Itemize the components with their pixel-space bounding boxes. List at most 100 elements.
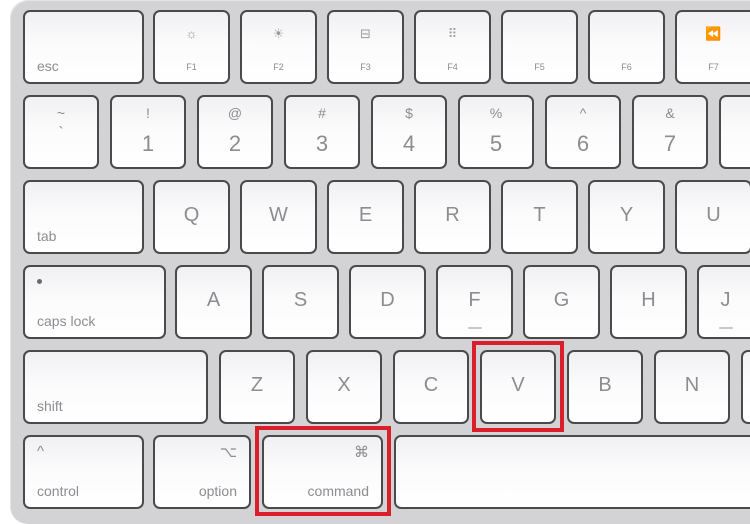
key-esc[interactable]: esc [23, 10, 144, 84]
key-f2[interactable]: ☀ F2 [240, 10, 317, 84]
key-6-base: 6 [576, 131, 590, 156]
key-tab-label: tab [37, 228, 57, 244]
key-m[interactable] [741, 350, 750, 424]
key-s[interactable]: S [262, 265, 339, 339]
key-r[interactable]: R [414, 180, 491, 254]
key-b[interactable]: B [567, 350, 643, 424]
key-f2-label: F2 [273, 62, 284, 72]
key-d[interactable]: D [349, 265, 426, 339]
key-tab[interactable]: tab [23, 180, 144, 254]
key-j[interactable]: J [697, 265, 750, 339]
key-w[interactable]: W [240, 180, 317, 254]
brightness-down-icon: ☼ [185, 26, 198, 41]
key-n-label: N [684, 374, 700, 396]
option-icon: ⌥ [219, 444, 237, 461]
key-f6[interactable]: F6 [588, 10, 665, 84]
key-j-label: J [720, 289, 731, 311]
key-6-shift: ^ [579, 105, 587, 121]
key-option[interactable]: ⌥ option [153, 435, 251, 509]
key-f1-label: F1 [186, 62, 197, 72]
key-f3[interactable]: ⊟ F3 [327, 10, 404, 84]
key-y-label: Y [619, 204, 634, 226]
key-z[interactable]: Z [219, 350, 295, 424]
key-space[interactable] [394, 435, 750, 509]
highlight-box-v-key [472, 341, 564, 432]
key-g[interactable]: G [523, 265, 600, 339]
key-w-label: W [269, 204, 288, 226]
key-caps-lock-label: caps lock [37, 313, 96, 329]
key-a-label: A [206, 289, 221, 311]
key-t-label: T [533, 204, 546, 226]
key-2-base: 2 [228, 131, 242, 156]
key-1-base: 1 [141, 131, 155, 156]
key-f4[interactable]: ⠿ F4 [414, 10, 491, 84]
key-6[interactable]: ^ 6 [545, 95, 621, 169]
home-bump-icon [718, 327, 733, 329]
key-f-label: F [468, 289, 481, 311]
key-q[interactable]: Q [153, 180, 230, 254]
key-option-label: option [198, 483, 237, 499]
key-esc-label: esc [37, 58, 59, 74]
key-b-label: B [598, 374, 612, 396]
key-z-label: Z [250, 374, 264, 396]
key-e-label: E [358, 204, 373, 226]
key-r-label: R [445, 204, 460, 226]
key-7-shift: & [665, 105, 675, 121]
key-t[interactable]: T [501, 180, 578, 254]
key-a[interactable]: A [175, 265, 252, 339]
key-x-label: X [337, 374, 351, 396]
key-4-shift: $ [405, 105, 413, 121]
key-backtick-base: ` [58, 125, 64, 142]
key-f6-label: F6 [621, 62, 632, 72]
key-7[interactable]: & 7 [632, 95, 708, 169]
key-7-base: 7 [663, 131, 677, 156]
key-c-label: C [423, 374, 439, 396]
highlight-box-command-key [255, 426, 391, 516]
key-e[interactable]: E [327, 180, 404, 254]
launchpad-icon: ⠿ [447, 26, 458, 41]
key-4-base: 4 [402, 131, 416, 156]
key-shift-label: shift [37, 398, 63, 414]
key-5-shift: % [489, 105, 503, 121]
key-f7-label: F7 [708, 62, 719, 72]
home-bump-icon [467, 327, 482, 329]
key-caps-lock[interactable]: caps lock [23, 265, 166, 339]
key-q-label: Q [183, 204, 200, 226]
key-u-label: U [706, 204, 721, 226]
key-5[interactable]: % 5 [458, 95, 534, 169]
key-2-shift: @ [227, 105, 243, 121]
brightness-up-icon: ☀ [272, 26, 285, 41]
key-n[interactable]: N [654, 350, 730, 424]
key-f5-label: F5 [534, 62, 545, 72]
key-f7[interactable]: ⏪ F7 [675, 10, 750, 84]
key-1-shift: ! [146, 105, 150, 121]
key-8[interactable] [719, 95, 750, 169]
key-1[interactable]: ! 1 [110, 95, 186, 169]
key-backtick-shift: ~ [56, 105, 66, 121]
rewind-icon: ⏪ [705, 26, 722, 41]
key-x[interactable]: X [306, 350, 382, 424]
key-h[interactable]: H [610, 265, 687, 339]
key-h-label: H [641, 289, 656, 311]
key-f5[interactable]: F5 [501, 10, 578, 84]
key-control[interactable]: ^ control [23, 435, 144, 509]
key-control-label: control [37, 483, 80, 499]
key-2[interactable]: @ 2 [197, 95, 273, 169]
key-backtick[interactable]: ~ ` [23, 95, 99, 169]
key-f1[interactable]: ☼ F1 [153, 10, 230, 84]
key-3-base: 3 [315, 131, 329, 156]
key-u[interactable]: U [675, 180, 750, 254]
key-f4-label: F4 [447, 62, 458, 72]
key-f[interactable]: F [436, 265, 513, 339]
key-shift[interactable]: shift [23, 350, 208, 424]
key-3-shift: # [318, 105, 326, 121]
key-y[interactable]: Y [588, 180, 665, 254]
key-g-label: G [553, 289, 570, 311]
mission-control-icon: ⊟ [360, 26, 371, 41]
key-4[interactable]: $ 4 [371, 95, 447, 169]
key-3[interactable]: # 3 [284, 95, 360, 169]
key-c[interactable]: C [393, 350, 469, 424]
key-f3-label: F3 [360, 62, 371, 72]
control-caret-icon: ^ [37, 443, 45, 460]
caps-lock-indicator-icon [37, 279, 42, 284]
